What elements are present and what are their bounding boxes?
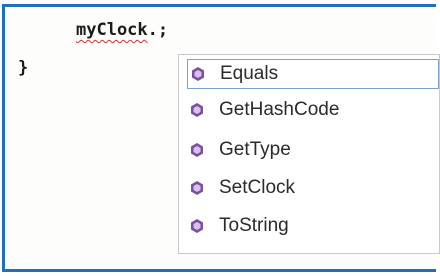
method-icon <box>191 103 203 117</box>
completion-item-setclock[interactable]: SetClock <box>189 173 295 203</box>
completion-item-label: SetClock <box>219 177 296 198</box>
intellisense-popup[interactable]: Equals GetHashCode GetType SetClock ToSt… <box>178 54 440 254</box>
method-icon <box>191 181 203 195</box>
completion-item-equals[interactable]: Equals <box>187 59 439 89</box>
completion-item-label: GetHashCode <box>219 99 340 120</box>
completion-item-gethashcode[interactable]: GetHashCode <box>189 95 339 125</box>
method-icon <box>191 219 203 233</box>
code-line-2: } <box>18 58 29 78</box>
identifier-myclock[interactable]: myClock <box>76 20 148 40</box>
code-member-access: .; <box>147 20 169 40</box>
method-icon <box>191 143 203 157</box>
completion-item-gettype[interactable]: GetType <box>189 135 291 165</box>
completion-item-tostring[interactable]: ToString <box>189 211 289 241</box>
method-icon <box>192 67 204 81</box>
completion-item-label: ToString <box>219 215 289 236</box>
code-line-1[interactable]: myClock.; <box>76 20 168 40</box>
completion-item-label: GetType <box>219 139 291 160</box>
completion-item-label: Equals <box>220 63 279 84</box>
